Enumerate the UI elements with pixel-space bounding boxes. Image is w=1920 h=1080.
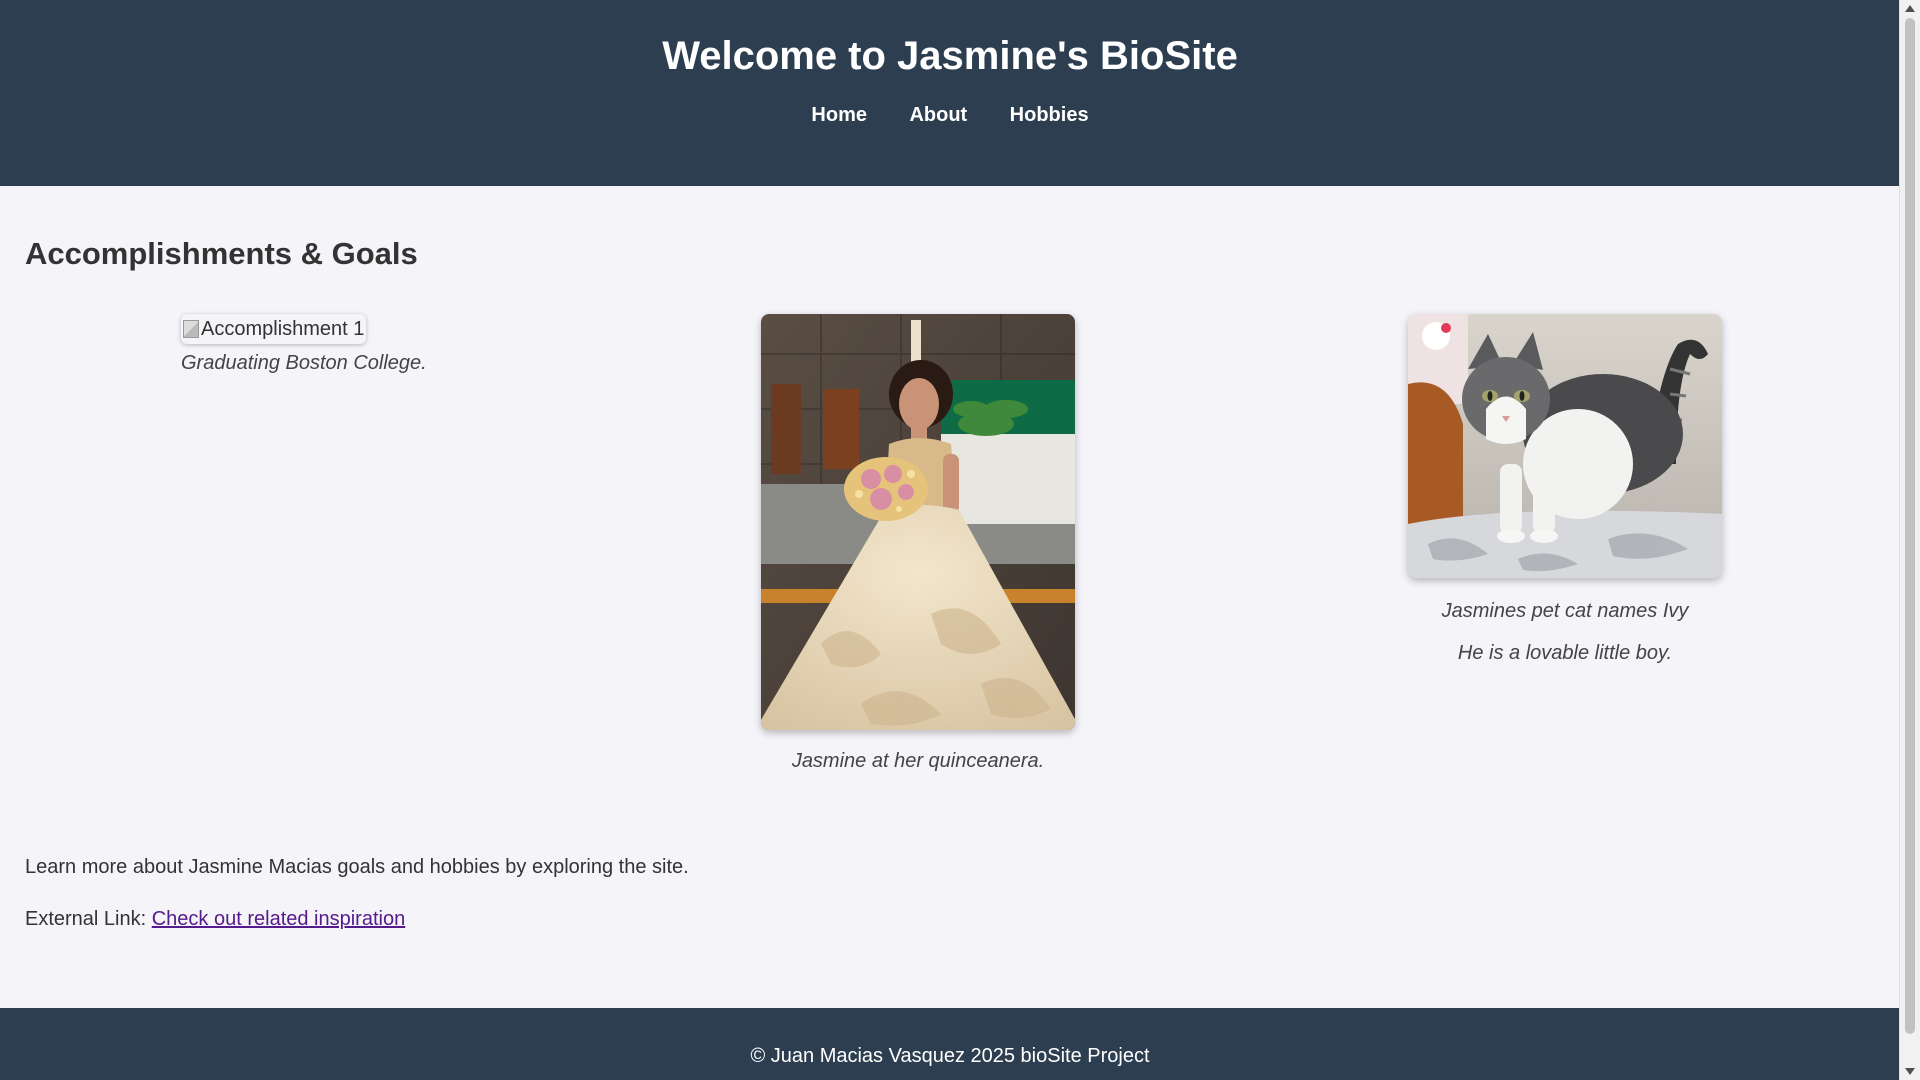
- vertical-scrollbar[interactable]: [1899, 0, 1920, 1080]
- broken-image-alt: Accomplishment 1: [201, 317, 365, 340]
- page: Welcome to Jasmine's BioSite Home About …: [0, 0, 1920, 1080]
- gallery-item-graduation: Accomplishment 1 Graduating Boston Colle…: [181, 314, 427, 378]
- scrollbar-thumb[interactable]: [1905, 18, 1915, 1034]
- external-link-line: External Link: Check out related inspira…: [25, 906, 1875, 932]
- main-content: Accomplishments & Goals Accomplishment 1…: [0, 186, 1900, 932]
- gallery-item-quinceanera: Jasmine at her quinceanera.: [761, 314, 1075, 782]
- nav-about-link[interactable]: About: [909, 104, 967, 126]
- caption-graduation: Graduating Boston College.: [181, 352, 427, 374]
- quinceanera-photo: [761, 314, 1075, 730]
- broken-image-icon: [183, 320, 199, 338]
- site-title: Welcome to Jasmine's BioSite: [662, 34, 1238, 78]
- section-heading: Accomplishments & Goals: [25, 236, 418, 271]
- intro-text: Learn more about Jasmine Macias goals an…: [25, 856, 689, 878]
- external-inspiration-link[interactable]: Check out related inspiration: [152, 908, 405, 930]
- caption-cat-line2: He is a lovable little boy.: [1457, 642, 1673, 664]
- main-nav: Home About Hobbies: [0, 104, 1900, 127]
- scroll-up-arrow-icon[interactable]: [1905, 5, 1915, 12]
- gallery: Accomplishment 1 Graduating Boston Colle…: [25, 314, 1875, 834]
- broken-image: Accomplishment 1: [181, 314, 367, 344]
- cat-photo: [1408, 314, 1722, 578]
- caption-quinceanera: Jasmine at her quinceanera.: [791, 750, 1045, 772]
- caption-cat: Jasmines pet cat names Ivy: [1441, 600, 1689, 622]
- external-link-label: External Link:: [25, 908, 147, 930]
- nav-hobbies-link[interactable]: Hobbies: [1010, 104, 1089, 126]
- site-footer: © Juan Macias Vasquez 2025 bioSite Proje…: [0, 1008, 1900, 1080]
- nav-home-link[interactable]: Home: [811, 104, 867, 126]
- scroll-down-arrow-icon[interactable]: [1905, 1068, 1915, 1075]
- gallery-item-cat: Jasmines pet cat names Ivy He is a lovab…: [1408, 314, 1722, 674]
- site-header: Welcome to Jasmine's BioSite Home About …: [0, 0, 1900, 186]
- footer-text: © Juan Macias Vasquez 2025 bioSite Proje…: [750, 1045, 1150, 1067]
- viewport: Welcome to Jasmine's BioSite Home About …: [0, 0, 1900, 1080]
